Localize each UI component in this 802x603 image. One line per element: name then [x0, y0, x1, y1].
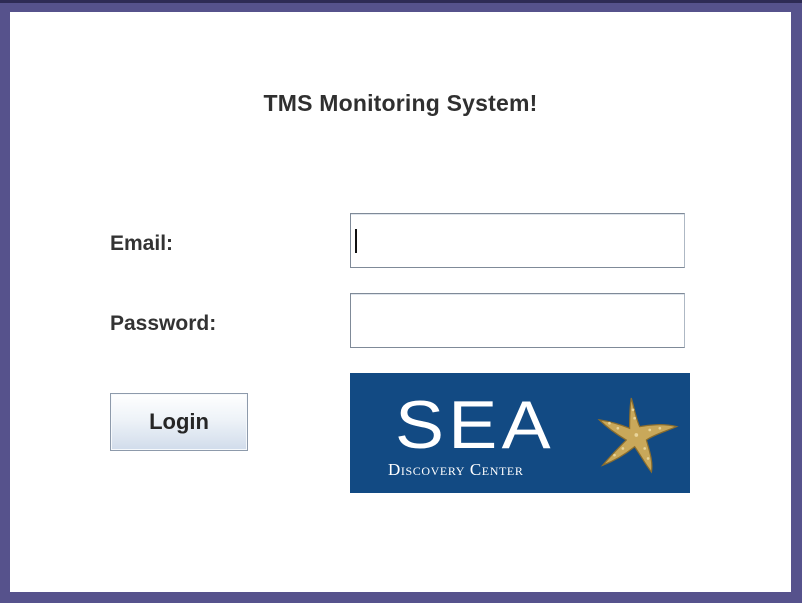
login-button[interactable]: Login	[110, 393, 248, 451]
email-field[interactable]	[350, 213, 685, 268]
password-label: Password:	[110, 312, 217, 335]
password-field[interactable]	[350, 293, 685, 348]
page-title: TMS Monitoring System!	[263, 90, 538, 116]
password-input[interactable]	[351, 294, 684, 347]
sea-discovery-center-logo: SEA Discovery Center	[350, 373, 690, 493]
text-caret	[355, 229, 357, 253]
logo-sub-text: Discovery Center	[388, 460, 524, 479]
logo-main-text: SEA	[395, 387, 555, 463]
window-top-edge	[0, 0, 802, 3]
starfish-icon	[597, 397, 679, 474]
window-frame: TMS Monitoring System! Email: Password: …	[0, 0, 802, 603]
login-panel: TMS Monitoring System! Email: Password: …	[10, 12, 791, 592]
email-label: Email:	[110, 232, 174, 255]
email-input[interactable]	[351, 214, 684, 267]
